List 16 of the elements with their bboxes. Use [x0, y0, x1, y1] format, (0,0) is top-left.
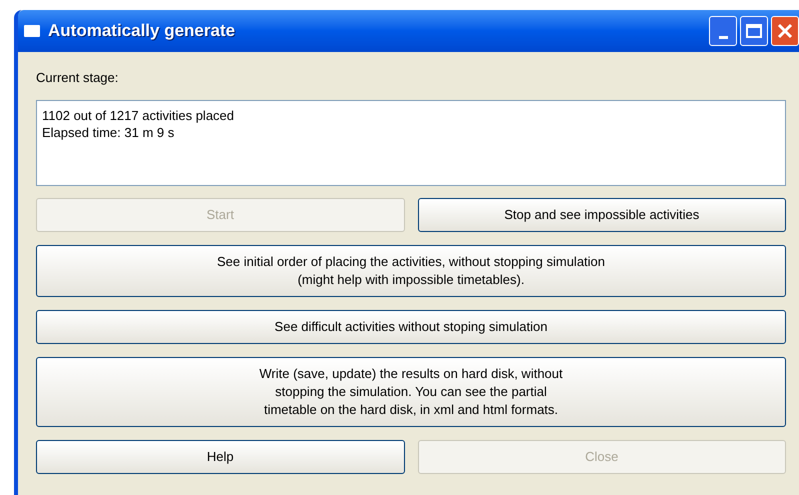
window-title: Automatically generate — [48, 20, 236, 42]
action-button[interactable]: See initial order of placing the activities, without stopping simulation (might help with impossible timetables). — [36, 244, 786, 296]
maximize-icon — [746, 24, 762, 38]
window-icon — [24, 25, 40, 37]
action-button[interactable]: Stop and see impossible activities — [418, 198, 786, 232]
close-button[interactable] — [771, 16, 799, 46]
action-button[interactable]: Help — [36, 440, 404, 474]
minimize-button[interactable] — [709, 16, 737, 46]
stage-text-line: 1102 out of 1217 activities placed — [42, 106, 236, 124]
action-button[interactable]: See difficult activities without stoping simulation — [36, 310, 786, 344]
minimize-icon — [718, 36, 728, 39]
stage-text-line: Elapsed time: 31 m 9 s — [42, 124, 176, 140]
close-icon — [777, 23, 793, 39]
action-button[interactable]: Write (save, update) the results on hard disk, without stopping the simulation. You can see the partial timetable on the hard disk, in xml and html formats. — [36, 356, 786, 426]
stage-label: Current stage: — [36, 69, 120, 87]
maximize-button[interactable] — [740, 16, 768, 46]
